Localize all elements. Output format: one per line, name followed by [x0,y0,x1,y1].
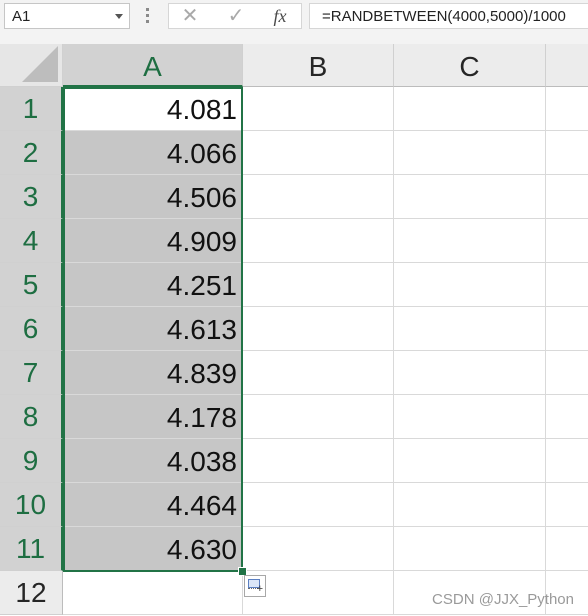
cell-d4[interactable] [546,219,588,263]
formula-bar: A1 ✕ ✓ fx =RANDBETWEEN(4000,5000)/1000 [0,0,588,44]
row-header-4[interactable]: 4 [0,219,63,263]
cell-d8[interactable] [546,395,588,439]
cell-d11[interactable] [546,527,588,571]
row-header-5[interactable]: 5 [0,263,63,307]
cell-c11[interactable] [394,527,546,571]
cell-d1[interactable] [546,87,588,131]
cell-d3[interactable] [546,175,588,219]
name-box-value: A1 [12,8,31,25]
cell-c6[interactable] [394,307,546,351]
cell-d10[interactable] [546,483,588,527]
row-header-11[interactable]: 11 [0,527,63,571]
cell-d2[interactable] [546,131,588,175]
plus-icon: + [256,583,263,595]
cell-c5[interactable] [394,263,546,307]
chevron-down-icon[interactable] [115,14,123,19]
enter-icon[interactable]: ✓ [221,5,251,27]
select-all-icon [22,46,58,82]
formula-buttons: ✕ ✓ fx [168,3,302,29]
watermark: CSDN @JJX_Python [432,591,574,608]
cell-b9[interactable] [243,439,394,483]
formula-input[interactable]: =RANDBETWEEN(4000,5000)/1000 [309,3,588,29]
cell-a5[interactable]: 4.251 [63,263,243,307]
cell-b4[interactable] [243,219,394,263]
row-header-3[interactable]: 3 [0,175,63,219]
cell-c10[interactable] [394,483,546,527]
insert-function-icon[interactable]: fx [265,5,295,27]
quick-analysis-button[interactable]: + [244,575,266,597]
cell-b1[interactable] [243,87,394,131]
row-header-9[interactable]: 9 [0,439,63,483]
cell-c3[interactable] [394,175,546,219]
column-header-a[interactable]: A [63,44,243,87]
cell-a3[interactable]: 4.506 [63,175,243,219]
cell-b11[interactable] [243,527,394,571]
cell-d7[interactable] [546,351,588,395]
name-box[interactable]: A1 [4,3,130,29]
cell-a11[interactable]: 4.630 [63,527,243,571]
cell-a9[interactable]: 4.038 [63,439,243,483]
row-header-2[interactable]: 2 [0,131,63,175]
cell-a6[interactable]: 4.613 [63,307,243,351]
row-header-1[interactable]: 1 [0,87,63,131]
formula-text: =RANDBETWEEN(4000,5000)/1000 [322,8,566,25]
cell-a2[interactable]: 4.066 [63,131,243,175]
cell-a4[interactable]: 4.909 [63,219,243,263]
cell-b5[interactable] [243,263,394,307]
row-header-12[interactable]: 12 [0,571,63,615]
cell-a1[interactable]: 4.081 [63,87,243,131]
cancel-icon[interactable]: ✕ [175,5,205,27]
cell-b6[interactable] [243,307,394,351]
cell-c4[interactable] [394,219,546,263]
cell-b3[interactable] [243,175,394,219]
cell-b8[interactable] [243,395,394,439]
cell-a12[interactable] [63,571,243,615]
column-header-d[interactable] [546,44,588,87]
cell-c8[interactable] [394,395,546,439]
cell-c2[interactable] [394,131,546,175]
cell-c1[interactable] [394,87,546,131]
cell-a10[interactable]: 4.464 [63,483,243,527]
row-header-8[interactable]: 8 [0,395,63,439]
row-header-6[interactable]: 6 [0,307,63,351]
row-header-7[interactable]: 7 [0,351,63,395]
cell-d6[interactable] [546,307,588,351]
cell-b7[interactable] [243,351,394,395]
row-header-10[interactable]: 10 [0,483,63,527]
select-all-button[interactable] [0,44,63,87]
cell-b2[interactable] [243,131,394,175]
cell-a8[interactable]: 4.178 [63,395,243,439]
cell-b10[interactable] [243,483,394,527]
cell-a7[interactable]: 4.839 [63,351,243,395]
cell-d5[interactable] [546,263,588,307]
column-header-c[interactable]: C [394,44,546,87]
drag-handle-icon[interactable] [146,8,150,24]
spreadsheet-grid: A B C 1 4.081 2 4.066 3 4.506 4 4.909 5 4.251 6 4.6… [0,44,588,616]
column-header-b[interactable]: B [243,44,394,87]
cell-c9[interactable] [394,439,546,483]
cell-c7[interactable] [394,351,546,395]
cell-d9[interactable] [546,439,588,483]
